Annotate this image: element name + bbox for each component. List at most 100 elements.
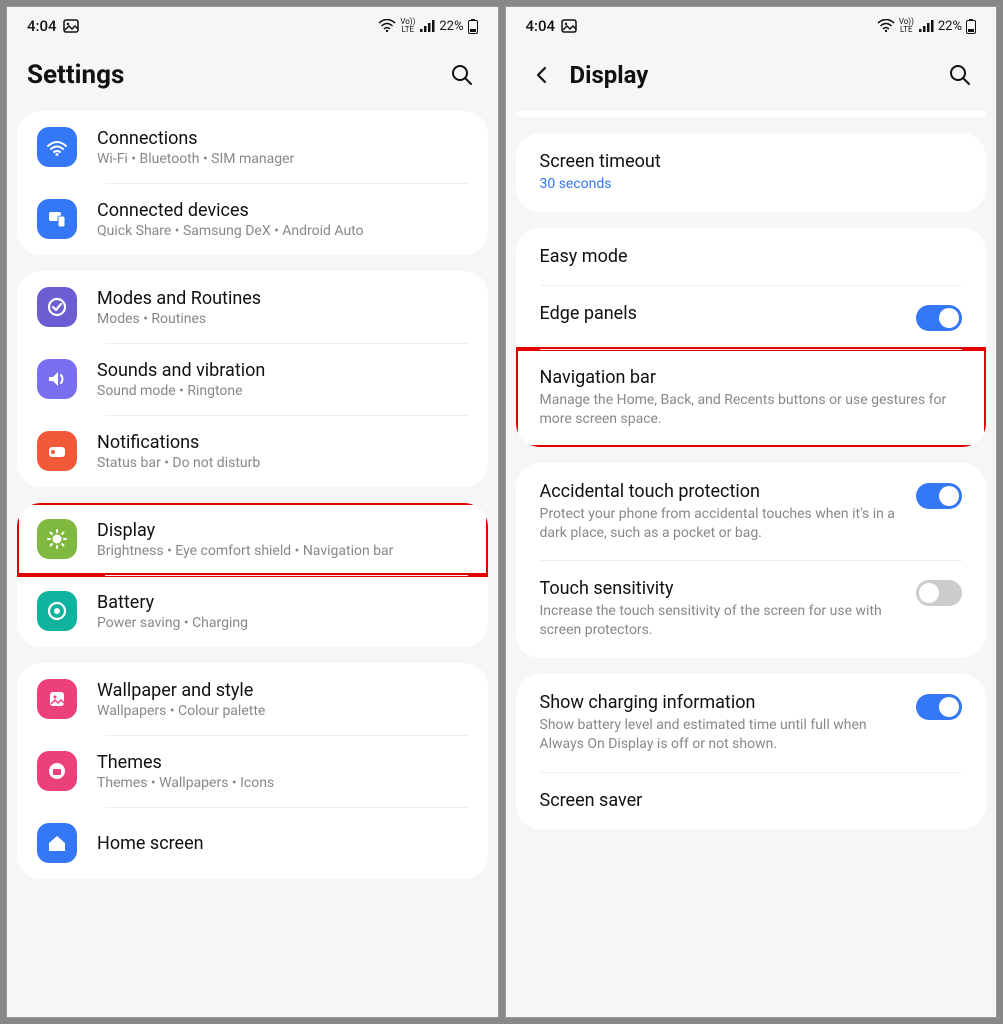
item-title: Notifications <box>97 432 468 453</box>
page-title: Settings <box>27 60 446 90</box>
settings-item-notifications[interactable]: Notifications Status bar • Do not disturb <box>17 415 488 487</box>
signal-icon <box>419 19 435 33</box>
phone-left: 4:04 Vo))LTE 22% Settings Connections Wi-… <box>6 6 499 1018</box>
signal-icon <box>918 19 934 33</box>
home-icon <box>37 823 77 863</box>
wifi-icon <box>37 127 77 167</box>
item-title: Touch sensitivity <box>540 578 901 599</box>
devices-icon <box>37 199 77 239</box>
battery-icon <box>966 18 976 34</box>
item-subtitle: Show battery level and estimated time un… <box>540 716 901 754</box>
wifi-icon <box>877 19 895 33</box>
settings-list: Connections Wi-Fi • Bluetooth • SIM manag… <box>7 111 498 1017</box>
settings-item-connected-devices[interactable]: Connected devices Quick Share • Samsung D… <box>17 183 488 255</box>
item-title: Screen saver <box>540 790 963 811</box>
display-icon <box>37 519 77 559</box>
settings-group: DisplayBrightness • Eye comfort shield •… <box>17 503 488 647</box>
display-item-touch-sensitivity[interactable]: Touch sensitivity Increase the touch sens… <box>516 560 987 658</box>
item-subtitle: Manage the Home, Back, and Recents butto… <box>540 391 963 429</box>
settings-item-wallpaper[interactable]: Wallpaper and style Wallpapers • Colour p… <box>17 663 488 735</box>
item-subtitle: Brightness • Eye comfort shield • Naviga… <box>97 543 468 559</box>
toggle-accidental-touch[interactable] <box>916 483 962 509</box>
battery-icon <box>468 18 478 34</box>
back-button[interactable] <box>526 59 558 91</box>
settings-item-sounds[interactable]: Sounds and vibration Sound mode • Rington… <box>17 343 488 415</box>
status-time: 4:04 <box>27 17 57 35</box>
battery-percent: 22% <box>439 19 463 34</box>
display-group: Show charging information Show battery le… <box>516 674 987 829</box>
item-subtitle: Increase the touch sensitivity of the sc… <box>540 602 901 640</box>
item-title: Easy mode <box>540 246 963 267</box>
status-bar: 4:04 Vo))LTE 22% <box>506 7 997 39</box>
settings-item-modes[interactable]: Modes and Routines Modes • Routines <box>17 271 488 343</box>
header: Settings <box>7 39 498 111</box>
page-title: Display <box>570 61 945 89</box>
wifi-icon <box>378 19 396 33</box>
item-title: Sounds and vibration <box>97 360 468 381</box>
display-item-navigation-bar[interactable]: Navigation bar Manage the Home, Back, and… <box>516 349 987 447</box>
routines-icon <box>37 287 77 327</box>
item-subtitle: Power saving • Charging <box>97 615 468 631</box>
item-subtitle: Modes • Routines <box>97 311 468 327</box>
sound-icon <box>37 359 77 399</box>
item-title: Battery <box>97 592 468 613</box>
item-title: Accidental touch protection <box>540 481 901 502</box>
item-title: Edge panels <box>540 303 901 324</box>
settings-item-homescreen[interactable]: Home screen <box>17 807 488 879</box>
settings-group: Connections Wi-Fi • Bluetooth • SIM manag… <box>17 111 488 255</box>
toggle-charging-info[interactable] <box>916 694 962 720</box>
display-item-edge-panels[interactable]: Edge panels <box>516 285 987 349</box>
settings-group: Modes and Routines Modes • Routines Sounds… <box>17 271 488 487</box>
picture-icon <box>63 18 79 34</box>
search-icon <box>948 63 972 87</box>
volte-icon: Vo))LTE <box>899 18 914 34</box>
search-button[interactable] <box>944 59 976 91</box>
display-item-easy-mode[interactable]: Easy mode <box>516 228 987 285</box>
display-group: Screen timeout 30 seconds <box>516 133 987 212</box>
item-title: Wallpaper and style <box>97 680 468 701</box>
item-subtitle: Themes • Wallpapers • Icons <box>97 775 468 791</box>
display-group: Accidental touch protection Protect your … <box>516 463 987 659</box>
item-subtitle: Status bar • Do not disturb <box>97 455 468 471</box>
item-title: Show charging information <box>540 692 901 713</box>
status-time: 4:04 <box>526 17 556 35</box>
display-item-accidental-touch[interactable]: Accidental touch protection Protect your … <box>516 463 987 561</box>
settings-item-themes[interactable]: ThemesThemes • Wallpapers • Icons <box>17 735 488 807</box>
search-icon <box>450 63 474 87</box>
search-button[interactable] <box>446 59 478 91</box>
item-title: Screen timeout <box>540 151 963 172</box>
display-group: Easy mode Edge panels Navigation bar Manage… <box>516 228 987 447</box>
wallpaper-icon <box>37 679 77 719</box>
toggle-edge-panels[interactable] <box>916 305 962 331</box>
item-subtitle: Wi-Fi • Bluetooth • SIM manager <box>97 151 468 167</box>
battery-percent: 22% <box>938 19 962 34</box>
card-sliver <box>516 111 987 117</box>
item-title: Navigation bar <box>540 367 963 388</box>
item-title: Modes and Routines <box>97 288 468 309</box>
settings-group: Wallpaper and style Wallpapers • Colour p… <box>17 663 488 879</box>
settings-item-battery[interactable]: Battery Power saving • Charging <box>17 575 488 647</box>
notifications-icon <box>37 431 77 471</box>
picture-icon <box>561 18 577 34</box>
display-item-screen-saver[interactable]: Screen saver <box>516 772 987 829</box>
item-title: Connections <box>97 128 468 149</box>
settings-item-connections[interactable]: Connections Wi-Fi • Bluetooth • SIM manag… <box>17 111 488 183</box>
item-subtitle: Sound mode • Ringtone <box>97 383 468 399</box>
toggle-touch-sensitivity[interactable] <box>916 580 962 606</box>
item-subtitle: 30 seconds <box>540 175 963 194</box>
battery-icon <box>37 591 77 631</box>
item-title: Connected devices <box>97 200 468 221</box>
display-item-charging-info[interactable]: Show charging information Show battery le… <box>516 674 987 772</box>
item-subtitle: Protect your phone from accidental touch… <box>540 505 901 543</box>
item-subtitle: Quick Share • Samsung DeX • Android Auto <box>97 223 468 239</box>
item-subtitle: Wallpapers • Colour palette <box>97 703 468 719</box>
display-list: Screen timeout 30 seconds Easy mode Edge pa… <box>506 111 997 1017</box>
themes-icon <box>37 751 77 791</box>
settings-item-display[interactable]: DisplayBrightness • Eye comfort shield •… <box>17 503 488 575</box>
status-bar: 4:04 Vo))LTE 22% <box>7 7 498 39</box>
chevron-left-icon <box>532 65 552 85</box>
phone-right: 4:04 Vo))LTE 22% Display Screen timeout 3… <box>505 6 998 1018</box>
item-title: Home screen <box>97 833 468 854</box>
display-item-screen-timeout[interactable]: Screen timeout 30 seconds <box>516 133 987 212</box>
volte-icon: Vo))LTE <box>400 18 415 34</box>
